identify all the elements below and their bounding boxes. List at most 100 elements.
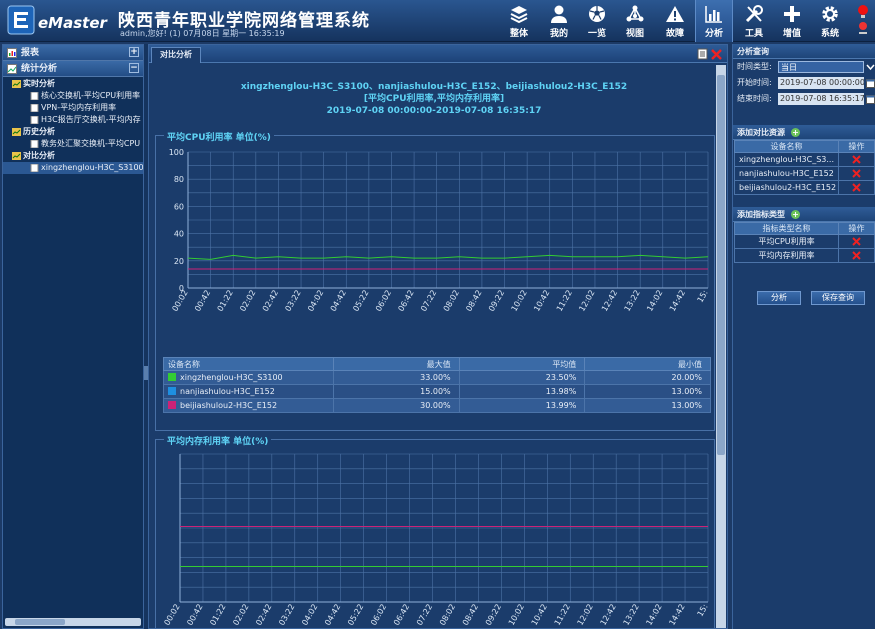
cpu-line-chart: 02040608010000:02 00:42 01:22 02:02 02:42 03:… — [169, 148, 710, 313]
scrollbar-thumb[interactable] — [15, 619, 65, 625]
tree-node-compare[interactable]: 对比分析 — [3, 150, 143, 162]
x-tick-label: 00:02 — [170, 289, 189, 313]
calendar-icon[interactable] — [866, 78, 875, 88]
tools-icon — [745, 5, 763, 23]
time-type-select[interactable]: 当日 — [778, 61, 864, 73]
tree-node-item[interactable]: 核心交换机-平均CPU利用率 — [3, 90, 143, 102]
metric-type-header: 添加指标类型 + — [733, 207, 875, 222]
delete-icon[interactable] — [852, 236, 861, 246]
content-vertical-scrollbar[interactable] — [716, 65, 726, 628]
collapse-icon[interactable]: − — [129, 63, 139, 73]
start-time-input[interactable]: 2019-07-08 00:00:00 — [778, 77, 864, 89]
nav-label: 整体 — [509, 29, 528, 39]
nav-system[interactable]: 系统 — [811, 0, 849, 42]
add-metric-icon[interactable]: + — [791, 210, 800, 219]
x-tick-label: 00:42 — [193, 289, 212, 313]
save-query-button[interactable]: 保存查询 — [811, 291, 865, 305]
close-icon[interactable] — [711, 49, 722, 60]
cpu-section-label: 平均CPU利用率 单位(%) — [164, 130, 274, 143]
tab-bar: 对比分析 — [149, 45, 727, 63]
report-icon — [7, 48, 17, 58]
add-resource-icon[interactable]: + — [791, 128, 800, 137]
x-tick-label: 08:42 — [461, 603, 480, 627]
metric-type-table: 指标类型名称 操作 平均CPU利用率 平均内存利用率 — [734, 222, 875, 263]
nav-fault[interactable]: 故障 — [656, 0, 694, 42]
x-tick-label: 02:02 — [231, 603, 250, 627]
x-tick-label: 01:22 — [208, 603, 227, 627]
nav-view[interactable]: 视图 — [616, 0, 654, 42]
x-tick-label: 07:22 — [415, 603, 434, 627]
analyze-button[interactable]: 分析 — [757, 291, 801, 305]
nav-overview[interactable]: 整体 — [500, 0, 538, 42]
alarm-icon[interactable] — [853, 2, 873, 40]
start-time-label: 开始时间: — [737, 78, 772, 87]
section-label: 统计分析 — [21, 64, 58, 74]
x-tick-label: 00:02 — [162, 603, 181, 627]
chevron-down-icon[interactable] — [866, 62, 875, 72]
nav-tools[interactable]: 工具 — [735, 0, 773, 42]
metric-type-label: 添加指标类型 — [737, 210, 785, 219]
compare-resource-table: 设备名称 操作 xingzhenglou-H3C_S3... nanjiashul… — [734, 140, 875, 195]
x-tick-label: 06:02 — [369, 603, 388, 627]
nav-glance[interactable]: 一览 — [578, 0, 616, 42]
end-time-label: 结束时间: — [737, 94, 772, 103]
x-tick-label: 10:42 — [532, 289, 551, 313]
end-time-input[interactable]: 2019-07-08 16:35:17 — [778, 93, 864, 105]
memory-section: 平均内存利用率 单位(%) 00:02 00:42 01:22 02:02 02:42 0… — [155, 434, 715, 628]
delete-icon[interactable] — [852, 182, 861, 192]
expand-icon[interactable]: + — [129, 47, 139, 57]
nav-value-add[interactable]: 增值 — [773, 0, 811, 42]
x-tick-label: 14:02 — [644, 603, 663, 627]
folder-chart-icon — [12, 80, 21, 88]
nav-label: 工具 — [744, 29, 763, 39]
page-icon — [30, 116, 39, 124]
x-tick-label: 03:22 — [277, 603, 296, 627]
tree-node-item[interactable]: 教务处汇聚交换机-平均CPU — [3, 138, 143, 150]
nav-analysis[interactable]: 分析 — [695, 0, 733, 42]
tree-node-item[interactable]: VPN-平均内存利用率 — [3, 102, 143, 114]
table-row: 平均内存利用率 — [734, 248, 875, 263]
scrollbar-thumb[interactable] — [717, 75, 725, 455]
nav-label: 一览 — [587, 29, 606, 39]
nav-label: 我的 — [549, 29, 568, 39]
series-line — [187, 254, 709, 260]
x-tick-label: 05:22 — [351, 289, 370, 313]
left-horizontal-scrollbar[interactable] — [5, 618, 141, 626]
section-statistics[interactable]: 统计分析 − — [3, 61, 143, 77]
tree-node-history[interactable]: 历史分析 — [3, 126, 143, 138]
emaster-logo: eMaster — [7, 5, 108, 35]
logo-text: eMaster — [38, 14, 108, 32]
compare-resource-label: 添加对比资源 — [737, 128, 785, 137]
x-tick-label: 06:02 — [374, 289, 393, 313]
x-tick-label: 15: — [696, 603, 710, 619]
table-row: nanjiashulou-H3C_E152 — [734, 166, 875, 181]
col-metric-name: 指标类型名称 — [734, 222, 839, 235]
x-tick-label: 07:22 — [419, 289, 438, 313]
report-content: xingzhenglou-H3C_S3100、nanjiashulou-H3C_… — [151, 65, 717, 628]
x-tick-label: 12:42 — [599, 603, 618, 627]
nav-mine[interactable]: 我的 — [540, 0, 578, 42]
bar-chart-icon — [705, 6, 722, 23]
col-action: 操作 — [838, 222, 875, 235]
time-type-row: 时间类型: 当日 — [733, 59, 875, 75]
x-tick-label: 14:42 — [668, 289, 687, 313]
tree-node-realtime[interactable]: 实时分析 — [3, 78, 143, 90]
delete-icon[interactable] — [852, 250, 861, 260]
left-nav-panel: 报表 + 统计分析 − 实时分析 核心交换机-平均CPU利用率 VPN-平均内存… — [2, 44, 144, 629]
y-tick-label: 40 — [174, 230, 184, 239]
tree-node-item[interactable]: H3C报告厅交换机-平均内存 — [3, 114, 143, 126]
tree-node-item-selected[interactable]: xingzhenglou-H3C_S3100、 — [3, 162, 143, 174]
x-tick-label: 14:42 — [667, 603, 686, 627]
x-tick-label: 04:02 — [300, 603, 319, 627]
x-tick-label: 05:22 — [346, 603, 365, 627]
section-reports[interactable]: 报表 + — [3, 45, 143, 61]
delete-icon[interactable] — [852, 168, 861, 178]
x-tick-label: 13:22 — [622, 603, 641, 627]
tab-compare-analysis[interactable]: 对比分析 — [151, 47, 201, 63]
gear-icon — [822, 6, 838, 22]
folder-chart-icon — [12, 152, 21, 160]
export-icon[interactable] — [697, 48, 708, 60]
col-device: 设备名称 — [163, 357, 334, 371]
calendar-icon[interactable] — [866, 94, 875, 104]
delete-icon[interactable] — [852, 154, 861, 164]
